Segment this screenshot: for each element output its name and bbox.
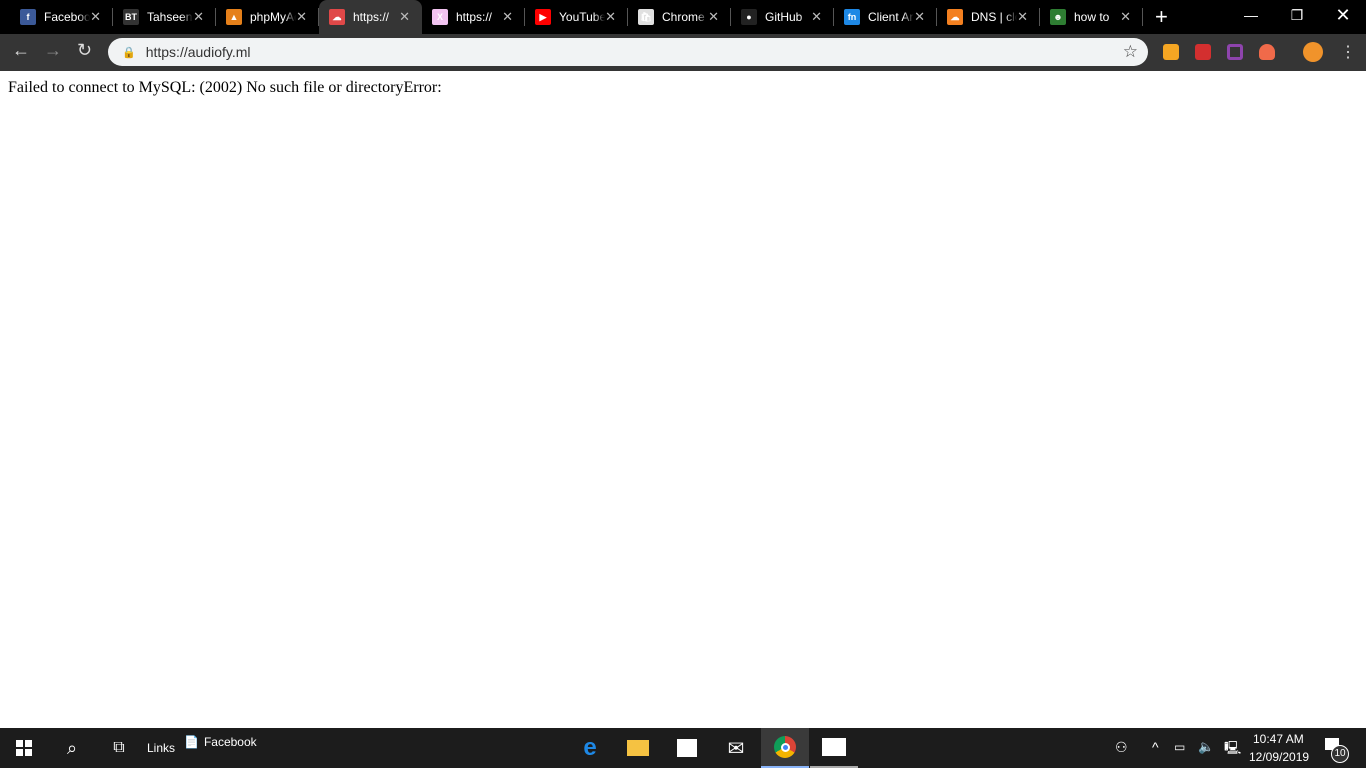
back-button[interactable]: ←: [12, 40, 30, 61]
facebook-link[interactable]: 📄 Facebook: [184, 722, 257, 762]
task-view-button[interactable]: ⧉: [96, 728, 142, 768]
search-button[interactable]: ⌕: [48, 728, 96, 768]
windows-icon: [16, 740, 32, 756]
bt-icon: BT: [123, 9, 139, 25]
tab-android[interactable]: ☻ how to ✕: [1040, 0, 1143, 34]
tab-close-icon[interactable]: ✕: [399, 9, 410, 25]
show-hidden-icons[interactable]: ^: [1152, 739, 1159, 755]
messenger-extension-icon[interactable]: [1163, 44, 1179, 60]
github-icon: ●: [741, 9, 757, 25]
minimize-button[interactable]: —: [1228, 0, 1274, 30]
tab-close-icon[interactable]: ✕: [193, 9, 204, 25]
tab-close-icon[interactable]: ✕: [296, 9, 307, 25]
client-icon: fn: [844, 9, 860, 25]
error-message: Failed to connect to MySQL: (2002) No su…: [8, 79, 442, 96]
tab-close-icon[interactable]: ✕: [811, 9, 822, 25]
red-extension-icon[interactable]: [1195, 44, 1211, 60]
network-icon[interactable]: 🖳: [1224, 739, 1241, 761]
cloud-icon: ☁: [329, 9, 345, 25]
tab-chrome-store[interactable]: 🛍 Chrome ✕: [628, 0, 731, 34]
tab-facebook[interactable]: f Facebook✕: [10, 0, 113, 34]
menu-kebab-icon[interactable]: ⋮: [1340, 42, 1356, 62]
tab-client[interactable]: fn Client Area✕: [834, 0, 937, 34]
windows-taskbar: ⌕ ⧉ Links 📄 Facebook e ✉ ⚇ ^ ▭ 🔈 🖳 10:47 …: [0, 728, 1366, 768]
tab-bt[interactable]: BT Tahseen ✕: [113, 0, 216, 34]
tab-title: phpMyAdmin: [250, 10, 296, 24]
battery-icon[interactable]: ▭: [1174, 740, 1185, 754]
movies-app[interactable]: [810, 728, 858, 768]
notification-count: 10: [1331, 745, 1349, 763]
tab-title: how to: [1074, 10, 1110, 24]
browser-toolbar: ← → ↻ 🔒 https://audiofy.ml ☆ ⋮: [0, 34, 1366, 71]
profile-avatar[interactable]: [1303, 42, 1323, 62]
tab-title: GitHub: [765, 10, 803, 24]
clock-time[interactable]: 10:47 AM: [1253, 732, 1304, 746]
tab-close-icon[interactable]: ✕: [605, 9, 616, 25]
chrome-store-icon: 🛍: [638, 9, 654, 25]
tab-phpmyadmin[interactable]: ▲ phpMyAdmin✕: [216, 0, 319, 34]
tab-title: Chrome: [662, 10, 705, 24]
volume-icon[interactable]: 🔈: [1198, 739, 1214, 755]
tab-title: Tahseen: [147, 10, 193, 24]
location-extension-icon[interactable]: [1259, 44, 1275, 60]
tab-close-icon[interactable]: ✕: [90, 9, 101, 25]
lock-icon: 🔒: [122, 46, 136, 59]
facebook-link-label: Facebook: [203, 735, 257, 749]
chrome-app[interactable]: [761, 728, 809, 768]
tab-title: Facebook: [44, 10, 90, 24]
reload-button[interactable]: ↻: [77, 40, 92, 61]
tab-title: YouTube: [559, 10, 605, 24]
tab-github[interactable]: ● GitHub ✕: [731, 0, 834, 34]
url-text[interactable]: https://audiofy.ml: [146, 44, 251, 60]
tab-x-logo[interactable]: Xhttps:// ✕: [422, 0, 525, 34]
phpmyadmin-icon: ▲: [226, 9, 242, 25]
tab-title: https://: [456, 10, 493, 24]
tab-close-icon[interactable]: ✕: [1120, 9, 1131, 25]
cloudflare-icon: ☁: [947, 9, 963, 25]
facebook-icon: f: [20, 9, 36, 25]
tab-separator: [1142, 8, 1143, 26]
tab-youtube[interactable]: ▶ YouTube ✕: [525, 0, 628, 34]
new-tab-button[interactable]: +: [1155, 4, 1168, 30]
clock-date[interactable]: 12/09/2019: [1249, 750, 1309, 764]
tab-cloud[interactable]: ☁ https:// ✕: [319, 0, 422, 34]
purple-extension-icon[interactable]: [1227, 44, 1243, 60]
address-bar[interactable]: 🔒 https://audiofy.ml ☆: [108, 38, 1148, 66]
tab-close-icon[interactable]: ✕: [1017, 9, 1028, 25]
store-app[interactable]: [663, 728, 711, 768]
file-explorer-app[interactable]: [614, 728, 662, 768]
tab-close-icon[interactable]: ✕: [502, 9, 513, 25]
start-button[interactable]: [0, 728, 48, 768]
tab-title: DNS | cloudflare: [971, 10, 1017, 24]
tab-cloudflare[interactable]: ☁ DNS | cloudflare✕: [937, 0, 1040, 34]
people-icon[interactable]: ⚇: [1115, 739, 1128, 756]
android-icon: ☻: [1050, 9, 1066, 25]
mail-app[interactable]: ✉: [712, 728, 760, 768]
bookmark-star-icon[interactable]: ☆: [1123, 42, 1138, 62]
tab-close-icon[interactable]: ✕: [708, 9, 719, 25]
tab-close-icon[interactable]: ✕: [914, 9, 925, 25]
youtube-icon: ▶: [535, 9, 551, 25]
close-window-button[interactable]: ✕: [1320, 0, 1366, 30]
edge-app[interactable]: e: [566, 728, 614, 768]
forward-button[interactable]: →: [44, 40, 62, 61]
tab-title: Client Area: [868, 10, 914, 24]
document-icon: 📄: [184, 735, 199, 749]
x-logo-icon: X: [432, 9, 448, 25]
tab-title: https://: [353, 10, 390, 24]
links-toolbar[interactable]: Links: [147, 728, 175, 768]
restore-button[interactable]: ❐: [1274, 0, 1320, 30]
